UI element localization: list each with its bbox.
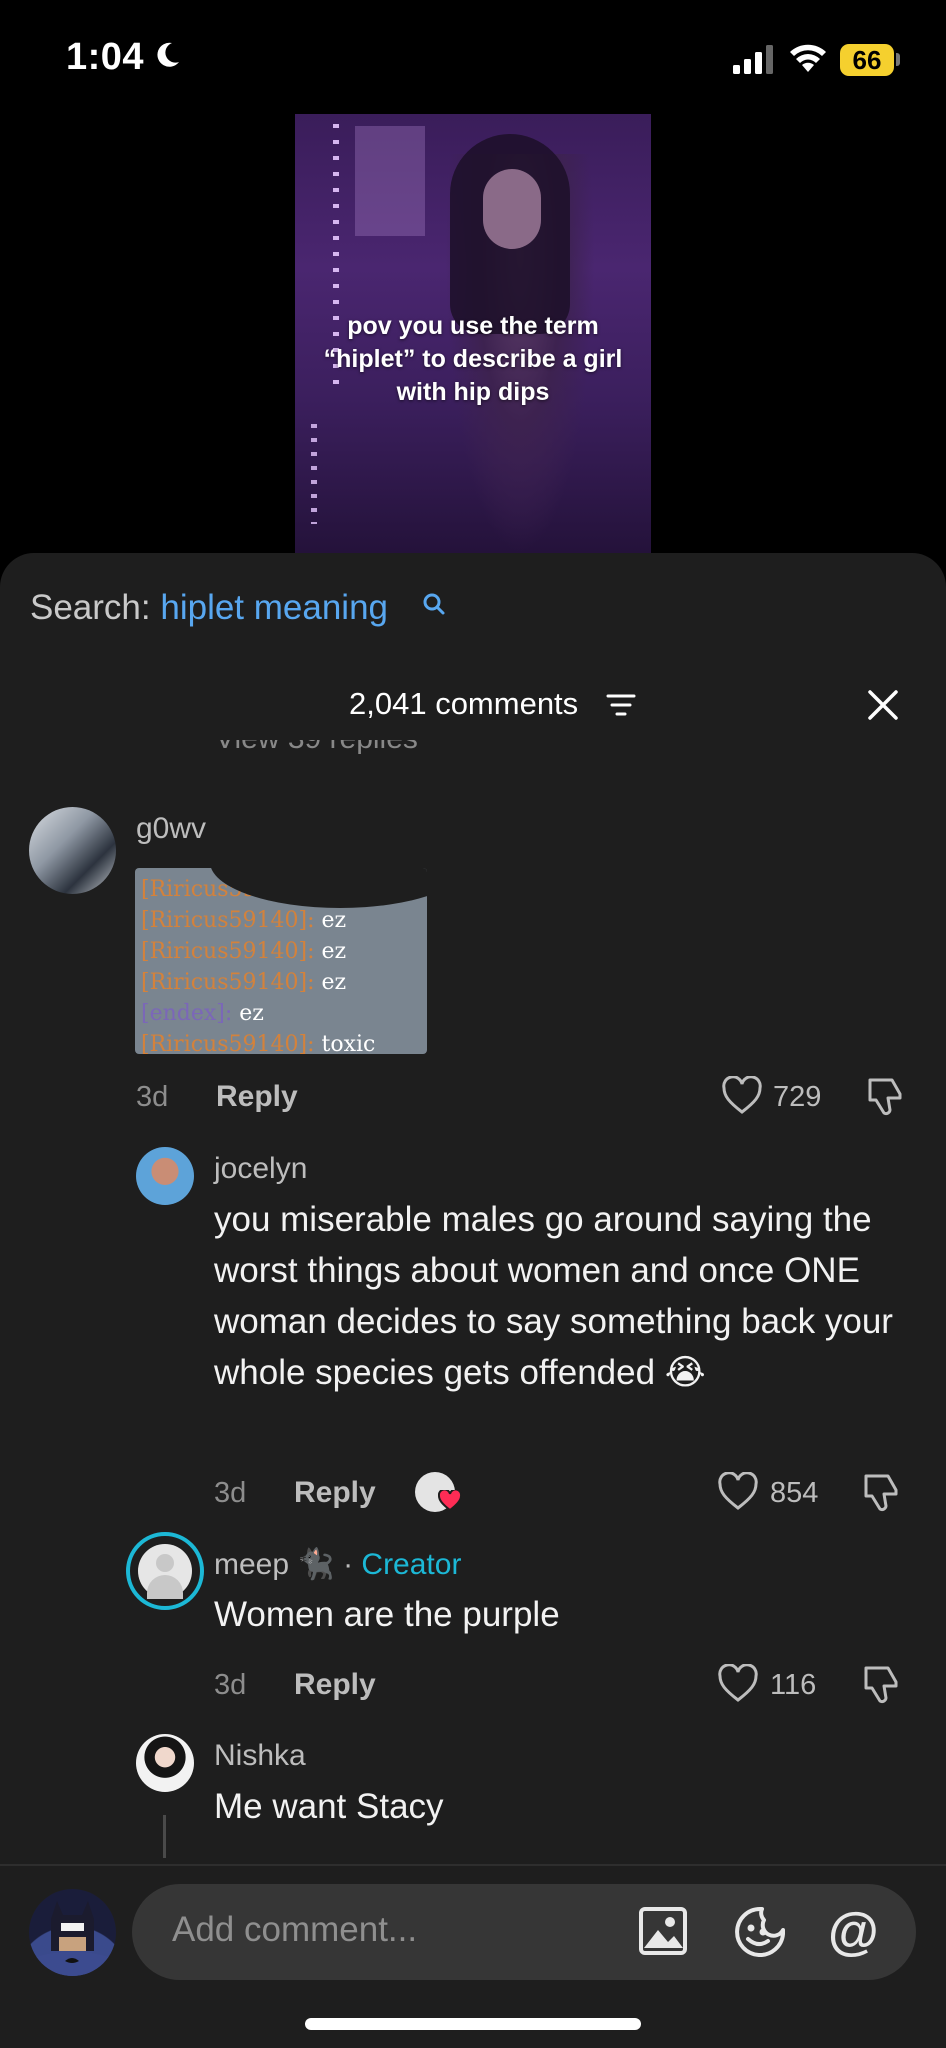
dislike-icon[interactable] — [862, 1664, 902, 1706]
video-face — [483, 169, 541, 249]
gif-line-name: [Riricus59140]: — [141, 939, 315, 964]
comment-gif-image[interactable]: [Riricus59140]: ez [Riricus59140]: ez [R… — [135, 868, 427, 1054]
gif-line-msg: toxic — [314, 1032, 376, 1054]
gif-line-name: [Riricus59140]: — [141, 970, 315, 995]
gif-line-name: [Riricus59140]: — [141, 908, 315, 933]
video-preview[interactable]: pov you use the term “hiplet” to describ… — [295, 114, 651, 554]
reply-button[interactable]: Reply — [216, 1080, 298, 1114]
gif-line-msg: ez — [314, 908, 347, 933]
search-icon[interactable] — [422, 592, 446, 616]
username-meep-text: meep 🐈‍⬛ — [214, 1548, 335, 1581]
gif-line-name: [Riricus59140]: — [141, 1032, 315, 1054]
avatar-nishka[interactable] — [136, 1734, 194, 1792]
view-replies-link-clipped[interactable]: View 39 replies — [215, 740, 475, 762]
default-avatar-icon — [138, 1544, 192, 1599]
gif-line: [Riricus59140]: ez — [135, 967, 427, 998]
username-separator: · — [334, 1548, 362, 1581]
search-label: Search: — [30, 588, 151, 627]
gif-line: [endex]: ez — [135, 998, 427, 1029]
creator-liked-heart-icon — [438, 1490, 462, 1512]
moon-icon — [157, 42, 179, 67]
gif-line: [Riricus59140]: ez — [135, 905, 427, 936]
like-count: 729 — [773, 1081, 822, 1113]
reply-button[interactable]: Reply — [294, 1668, 376, 1702]
dislike-icon[interactable] — [862, 1472, 902, 1514]
search-suggestion[interactable]: Search: hiplet meaning — [30, 588, 388, 628]
reply-button[interactable]: Reply — [294, 1476, 376, 1510]
gif-line: [Riricus59140]: toxic — [135, 1029, 427, 1054]
view-replies-label: View 39 replies — [215, 740, 418, 756]
username-jocelyn[interactable]: jocelyn — [214, 1152, 307, 1186]
comment-age: 3d — [136, 1081, 169, 1113]
like-count: 116 — [770, 1669, 817, 1701]
gif-line-name: [endex]: — [141, 1001, 233, 1026]
mention-icon[interactable]: @ — [828, 1902, 879, 1962]
dislike-icon[interactable] — [866, 1076, 906, 1118]
image-attach-icon[interactable] — [638, 1906, 688, 1956]
username-g0wv[interactable]: g0wv — [136, 812, 206, 846]
video-poster — [355, 126, 425, 236]
avatar-jocelyn[interactable] — [136, 1147, 194, 1205]
gif-line-msg: ez — [314, 939, 347, 964]
status-time: 1:04 — [66, 36, 145, 78]
avatar-g0wv[interactable] — [29, 807, 116, 894]
my-avatar[interactable] — [29, 1889, 116, 1976]
video-string-lights-lower — [311, 424, 317, 524]
comment-text: Me want Stacy — [214, 1787, 444, 1826]
gif-line: [Riricus59140]: ez — [135, 936, 427, 967]
comment-input-placeholder: Add comment... — [172, 1910, 418, 1949]
emoji-sticker-icon[interactable] — [734, 1906, 786, 1958]
creator-badge: Creator — [361, 1548, 462, 1581]
battery-indicator: 66 — [840, 44, 894, 76]
sort-filter-icon[interactable] — [606, 692, 636, 718]
home-indicator — [305, 2018, 641, 2030]
comment-age: 3d — [214, 1477, 247, 1509]
gif-line-msg: ez — [232, 1001, 264, 1026]
heart-icon[interactable] — [721, 1076, 763, 1116]
comments-count: 2,041 comments — [349, 686, 579, 721]
close-icon[interactable] — [866, 688, 900, 722]
video-caption: pov you use the term “hiplet” to describ… — [323, 312, 623, 406]
signal-icon — [733, 45, 773, 74]
avatar-meep[interactable] — [126, 1532, 204, 1610]
username-nishka[interactable]: Nishka — [214, 1739, 306, 1773]
gif-line-msg: ez — [314, 970, 347, 995]
heart-icon[interactable] — [717, 1664, 759, 1704]
wifi-icon — [790, 44, 826, 72]
default-avatar-body — [147, 1575, 183, 1599]
username-meep[interactable]: meep 🐈‍⬛ · Creator — [214, 1547, 461, 1582]
batman-avatar-icon — [29, 1901, 116, 1976]
search-term[interactable]: hiplet meaning — [160, 588, 388, 627]
default-avatar-head — [156, 1554, 174, 1572]
battery-tip — [896, 53, 900, 66]
comment-text: Women are the purple — [214, 1595, 560, 1634]
comment-age: 3d — [214, 1669, 247, 1701]
comment-text: you miserable males go around saying the… — [214, 1200, 893, 1392]
like-count: 854 — [770, 1477, 819, 1509]
heart-icon[interactable] — [717, 1472, 759, 1512]
